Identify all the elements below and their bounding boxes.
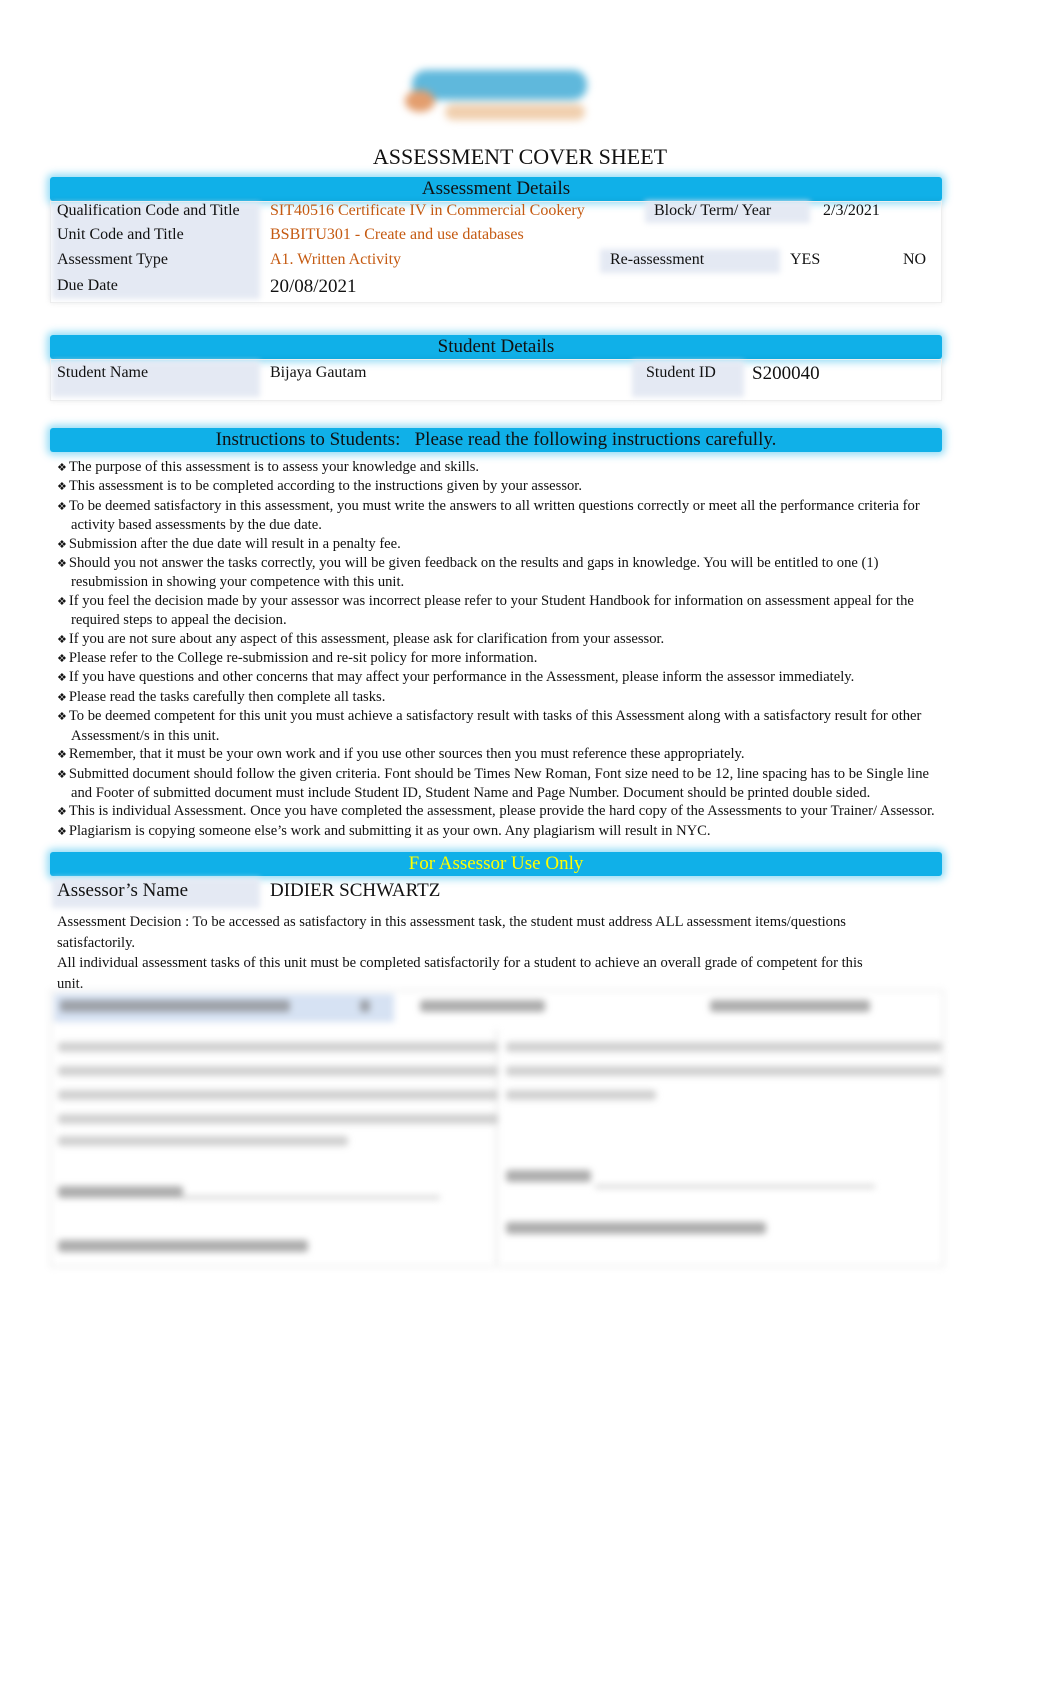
due-date-label: Due Date bbox=[57, 277, 118, 294]
no-label: NO bbox=[903, 251, 927, 268]
skyline-logo bbox=[400, 62, 590, 132]
assessor-header: For Assessor Use Only bbox=[50, 852, 942, 876]
instruction-item: Submitted document should follow the giv… bbox=[57, 765, 937, 803]
overall-grade-text: All individual assessment tasks of this … bbox=[57, 955, 863, 992]
instruction-item: Please read the tasks carefully then com… bbox=[57, 688, 937, 707]
type-label: Assessment Type bbox=[57, 251, 169, 268]
instruction-item: Submission after the due date will resul… bbox=[57, 535, 937, 554]
instruction-item: Remember, that it must be your own work … bbox=[57, 745, 937, 764]
instruction-item: If you have questions and other concerns… bbox=[57, 668, 937, 687]
assessor-name-value: DIDIER SCHWARTZ bbox=[270, 880, 441, 901]
student-name-label: Student Name bbox=[57, 364, 149, 381]
instruction-item: The purpose of this assessment is to ass… bbox=[57, 458, 937, 477]
instruction-item: Should you not answer the tasks correctl… bbox=[57, 554, 937, 592]
student-name-value: Bijaya Gautam bbox=[270, 364, 367, 381]
instruction-item: Plagiarism is copying someone else’s wor… bbox=[57, 822, 937, 841]
block-value: 2/3/2021 bbox=[823, 202, 880, 219]
assessor-name-label: Assessor’s Name bbox=[57, 880, 189, 901]
instruction-item: Please refer to the College re-submissio… bbox=[57, 649, 937, 668]
page-title: ASSESSMENT COVER SHEET bbox=[372, 144, 668, 169]
due-date-value: 20/08/2021 bbox=[270, 276, 357, 297]
instruction-item: To be deemed satisfactory in this assess… bbox=[57, 497, 937, 535]
instruction-item: If you feel the decision made by your as… bbox=[57, 592, 937, 630]
qualification-label: Qualification Code and Title bbox=[57, 202, 240, 219]
unit-value: BSBITU301 - Create and use databases bbox=[270, 226, 524, 243]
type-value: A1. Written Activity bbox=[270, 251, 402, 268]
qualification-value: SIT40516 Certificate IV in Commercial Co… bbox=[270, 202, 585, 219]
student-id-value: S200040 bbox=[752, 363, 820, 384]
assessment-decision-text: Assessment Decision : To be accessed as … bbox=[57, 914, 846, 951]
block-label: Block/ Term/ Year bbox=[654, 202, 772, 219]
instruction-item: To be deemed competent for this unit you… bbox=[57, 707, 937, 745]
blurred-declarations bbox=[50, 990, 944, 1267]
instructions-list: The purpose of this assessment is to ass… bbox=[57, 458, 937, 841]
unit-label: Unit Code and Title bbox=[57, 226, 184, 243]
student-details-header: Student Details bbox=[50, 335, 942, 359]
instruction-item: This is individual Assessment. Once you … bbox=[57, 802, 937, 821]
assessment-details-header: Assessment Details bbox=[50, 177, 942, 201]
instructions-header: Instructions to Students: Please read th… bbox=[50, 428, 942, 452]
reassessment-label: Re-assessment bbox=[610, 251, 705, 268]
yes-label: YES bbox=[790, 251, 821, 268]
instruction-item: This assessment is to be completed accor… bbox=[57, 477, 937, 496]
instruction-item: If you are not sure about any aspect of … bbox=[57, 630, 937, 649]
student-id-label: Student ID bbox=[646, 364, 716, 381]
